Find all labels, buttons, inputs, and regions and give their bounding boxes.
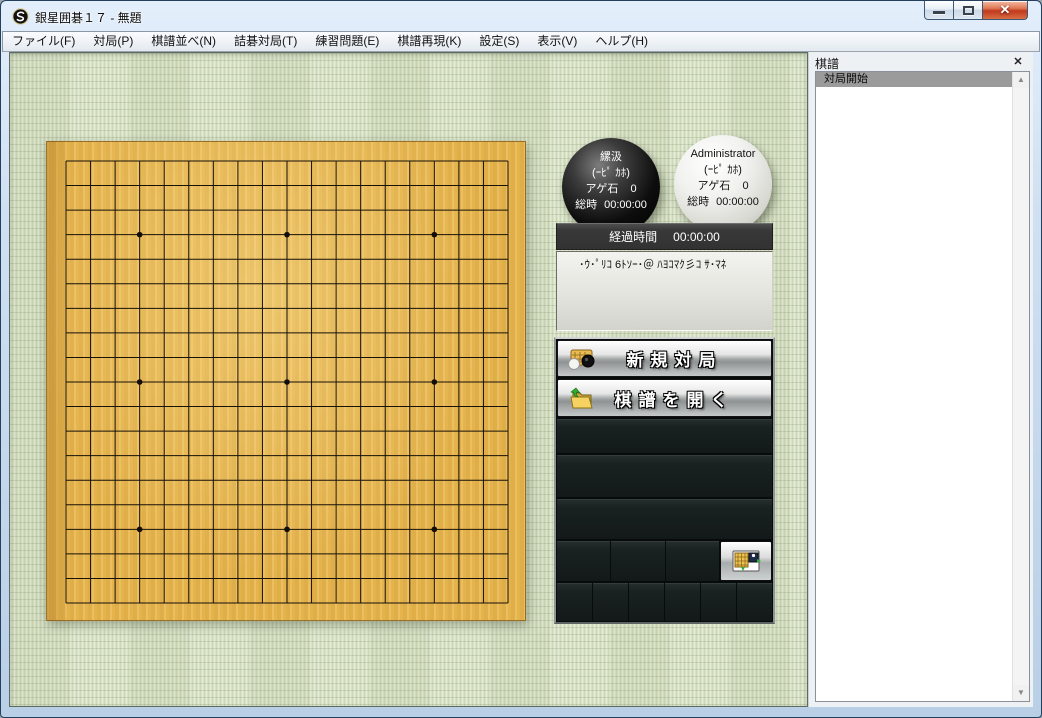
menu-file[interactable]: ファイル(F) <box>3 32 84 51</box>
board-panel-icon <box>730 548 762 574</box>
black-player-name: 縲汲 <box>562 149 660 165</box>
kifu-list-item[interactable]: 対局開始 <box>816 72 1012 87</box>
panel-slot <box>665 583 700 621</box>
scroll-down-icon[interactable]: ▼ <box>1013 685 1029 701</box>
panel-slot <box>629 583 664 621</box>
panel-slot <box>611 541 664 581</box>
white-player-name: Administrator <box>674 146 772 162</box>
black-time-value: 00:00:00 <box>604 197 647 213</box>
maximize-button[interactable] <box>954 1 982 20</box>
app-logo-icon <box>12 8 29 25</box>
kifu-panel-close-button[interactable]: ✕ <box>1011 55 1025 69</box>
window-title: 銀星囲碁１７ - 無題 <box>35 9 142 26</box>
elapsed-time-bar: 経過時間 00:00:00 <box>556 223 773 250</box>
panel-slot <box>557 499 772 539</box>
message-text: ･ｳ･ﾟﾘｺ 6ﾄｿｰ･＠ ﾊﾖｺﾏｸ彡ｺ ｻ･ﾏﾈ <box>579 259 726 271</box>
white-captures-value: 0 <box>742 178 748 194</box>
black-player-rank: (ｰﾋﾟ ｶﾎ) <box>562 165 660 181</box>
black-player-badge: 縲汲 (ｰﾋﾟ ｶﾎ) アゲ石 0 総時 00:00:00 <box>562 138 660 236</box>
kifu-move-list[interactable]: 対局開始 ▲ ▼ <box>815 71 1030 702</box>
go-board[interactable] <box>46 141 526 621</box>
window-controls: ✕ <box>924 1 1028 20</box>
close-icon: ✕ <box>983 1 1027 19</box>
menu-bar: ファイル(F) 対局(P) 棋譜並べ(N) 詰碁対局(T) 練習問題(E) 棋譜… <box>2 31 1040 52</box>
panel-slot <box>737 583 772 621</box>
panel-slot <box>666 541 719 581</box>
white-time-value: 00:00:00 <box>716 194 759 210</box>
open-kifu-label: 棋譜を開く <box>615 386 735 411</box>
message-box: ･ｳ･ﾟﾘｺ 6ﾄｿｰ･＠ ﾊﾖｺﾏｸ彡ｺ ｻ･ﾏﾈ <box>556 251 773 331</box>
white-player-rank: (ｰﾋﾟ ｶﾎ) <box>674 162 772 178</box>
white-time-label: 総時 <box>687 194 709 210</box>
scroll-up-icon[interactable]: ▲ <box>1013 72 1029 88</box>
panel-slot <box>557 455 772 497</box>
panel-slot <box>593 583 628 621</box>
app-window: 銀星囲碁１７ - 無題 ✕ ファイル(F) 対局(P) 棋譜並べ(N) 詰碁対局… <box>0 0 1042 718</box>
panel-slot <box>557 419 772 453</box>
panel-slot <box>557 541 610 581</box>
new-game-label: 新規対局 <box>627 346 723 371</box>
black-captures-value: 0 <box>630 181 636 197</box>
kifu-list-scrollbar[interactable]: ▲ ▼ <box>1012 72 1029 701</box>
white-player-badge: Administrator (ｰﾋﾟ ｶﾎ) アゲ石 0 総時 00:00:00 <box>674 135 772 233</box>
board-layout-toggle-button[interactable] <box>720 541 772 581</box>
go-stones-icon <box>566 346 596 372</box>
menu-settings[interactable]: 設定(S) <box>470 32 528 51</box>
tatami-background: 縲汲 (ｰﾋﾟ ｶﾎ) アゲ石 0 総時 00:00:00 Administra… <box>9 52 808 707</box>
open-folder-icon <box>566 385 596 413</box>
menu-kifu-playback[interactable]: 棋譜再現(K) <box>388 32 470 51</box>
menu-view[interactable]: 表示(V) <box>528 32 586 51</box>
black-captures-label: アゲ石 <box>585 181 618 197</box>
elapsed-time-value: 00:00:00 <box>673 230 720 244</box>
white-captures-label: アゲ石 <box>697 178 730 194</box>
control-panel: 新規対局 棋譜を開く <box>554 337 775 624</box>
panel-slot <box>701 583 736 621</box>
client-area: 縲汲 (ｰﾋﾟ ｶﾎ) アゲ石 0 総時 00:00:00 Administra… <box>9 52 1033 707</box>
menu-tsumego[interactable]: 詰碁対局(T) <box>225 32 306 51</box>
elapsed-time-label: 経過時間 <box>609 228 657 245</box>
kifu-panel-title: 棋譜 <box>815 55 839 72</box>
menu-practice[interactable]: 練習問題(E) <box>306 32 388 51</box>
maximize-icon <box>963 6 974 15</box>
new-game-button[interactable]: 新規対局 <box>557 340 772 377</box>
close-button[interactable]: ✕ <box>982 1 1028 20</box>
menu-help[interactable]: ヘルプ(H) <box>586 32 657 51</box>
minimize-button[interactable] <box>924 1 954 20</box>
panel-slot <box>557 583 592 621</box>
open-kifu-button[interactable]: 棋譜を開く <box>557 379 772 417</box>
minimize-icon <box>933 11 945 14</box>
board-grid <box>47 142 527 622</box>
black-time-label: 総時 <box>575 197 597 213</box>
title-bar[interactable]: 銀星囲碁１７ - 無題 ✕ <box>1 1 1041 31</box>
kifu-dock-panel: 棋譜 ✕ 対局開始 ▲ ▼ <box>808 52 1033 707</box>
menu-kifu-replay[interactable]: 棋譜並べ(N) <box>142 32 225 51</box>
menu-play[interactable]: 対局(P) <box>84 32 142 51</box>
